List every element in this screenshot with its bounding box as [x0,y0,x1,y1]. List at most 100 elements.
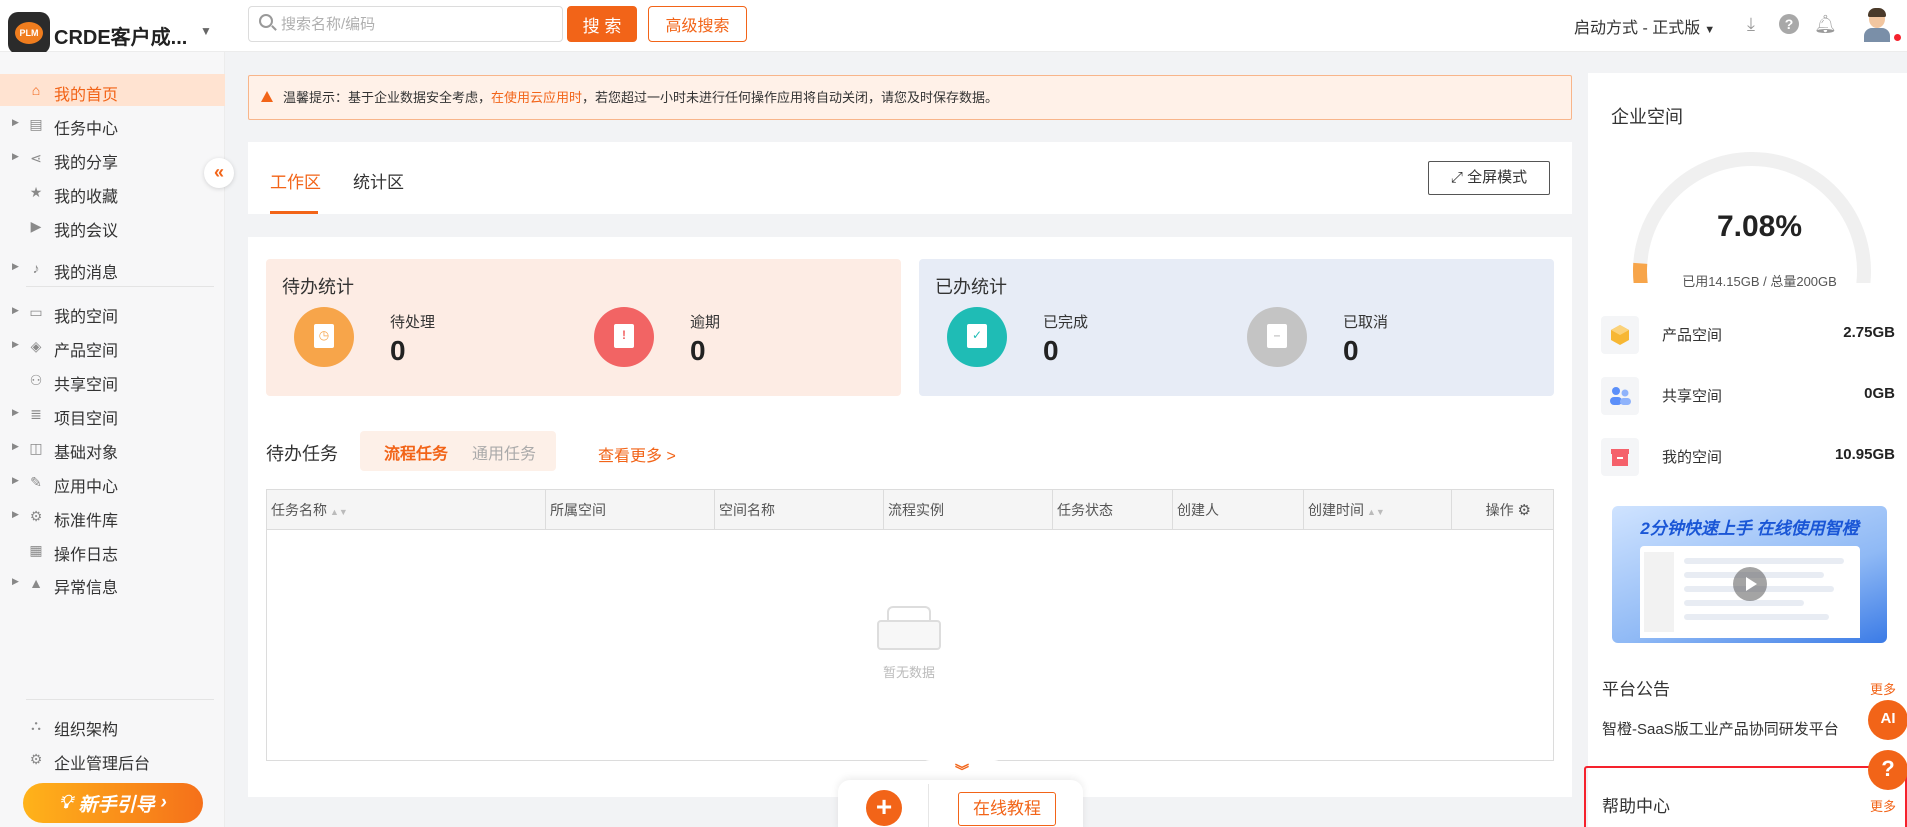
pending-count[interactable]: 0 [390,335,406,367]
sidebar-item[interactable]: ▶ ◫ 基础对象 [0,432,225,464]
tab-general-tasks[interactable]: 通用任务 [472,440,536,464]
sidebar-item[interactable]: ▶ ◈ 产品空间 [0,330,225,362]
table-column-header[interactable]: 创建人 [1173,490,1304,530]
app-logo[interactable]: PLM [8,12,50,54]
sidebar-item-label: 我的首页 [54,87,119,104]
expand-arrow-icon[interactable]: ▶ [12,576,19,587]
search-button[interactable]: 搜 索 [567,6,637,42]
fullscreen-label: 全屏模式 [1467,169,1528,186]
launch-mode-dropdown[interactable]: 启动方式 - 正式版 ▼ [1574,14,1715,38]
sidebar-item[interactable]: ★ 我的收藏 [0,176,225,208]
help-center-title: 帮助中心 [1602,797,1670,816]
table-column-header[interactable]: 流程实例 [884,490,1053,530]
sort-icon[interactable]: ▲▼ [330,507,348,517]
beginner-guide-button[interactable]: 💡︎ 新手引导 › [23,783,203,823]
search-input[interactable] [281,11,551,37]
tab-stats-area[interactable]: 统计区 [353,168,404,193]
table-column-header[interactable]: 任务名称 ▲▼ [267,490,546,530]
expand-arrow-icon[interactable]: ▶ [12,475,19,486]
space-row-shared[interactable]: 共享空间 0GB [1601,371,1901,419]
announcement-item[interactable]: 智橙-SaaS版工业产品协同研发平台 [1602,718,1839,739]
home-icon: ⌂ [31,82,41,98]
table-column-header[interactable]: 任务状态 [1053,490,1173,530]
sidebar-item[interactable]: ▶ ≣ 项目空间 [0,398,225,430]
expand-arrow-icon[interactable]: ▶ [12,117,19,128]
clipboard-icon: ▤ [29,116,43,132]
announcements-more-link[interactable]: 更多 [1870,679,1896,698]
expand-arrow-icon[interactable]: ▶ [12,261,19,272]
help-icon[interactable]: ? [1779,14,1799,34]
table-column-header[interactable]: 空间名称 [715,490,884,530]
table-column-header[interactable]: 创建时间 ▲▼ [1304,490,1452,530]
lightbulb-icon: 💡︎ [59,792,73,813]
tab-work-area[interactable]: 工作区 [270,168,321,193]
sidebar-item-label: 我的空间 [54,309,119,326]
play-icon[interactable] [1733,567,1767,601]
sidebar-item[interactable]: ▶ ♪ 我的消息 [0,252,225,284]
bell-icon: ♪ [32,260,40,276]
expand-arrow-icon[interactable]: ▶ [12,441,19,452]
expand-arrow-icon[interactable]: ▶ [12,339,19,350]
usage-percent: 7.08% [1716,210,1803,243]
app-name[interactable]: CRDE客户成... [54,21,187,50]
sidebar-item[interactable]: ▶ ⋖ 我的分享 [0,142,225,174]
empty-state-text: 暂无数据 [882,665,935,680]
help-float-button[interactable]: ? [1868,750,1907,790]
download-icon[interactable]: ⤓ [1740,13,1762,35]
expand-chevron-button[interactable]: ︾ [920,760,1004,782]
sidebar-item[interactable]: ⚇ 共享空间 [0,364,225,396]
expand-arrow-icon[interactable]: ▶ [12,509,19,520]
sidebar-item[interactable]: ▶ ▲ 异常信息 [0,567,225,599]
sidebar-item[interactable]: ▶ ▤ 任务中心 [0,108,225,140]
tutorial-video-banner[interactable]: 2分钟快速上手 在线使用智橙 [1612,506,1887,643]
help-center-more-link[interactable]: 更多 [1870,796,1896,815]
sidebar-item[interactable]: ▶ ⚙ 标准件库 [0,500,225,532]
notification-dot [1894,34,1901,41]
space-row-mine[interactable]: 我的空间 10.95GB [1601,432,1901,480]
sidebar-bottom-item[interactable]: ⚙ 企业管理后台 [0,743,225,775]
fullscreen-button[interactable]: ⤢ 全屏模式 [1428,161,1550,195]
chevron-down-icon[interactable]: ▼ [200,24,212,38]
tab-flow-tasks[interactable]: 流程任务 [384,440,448,464]
gear-icon: ⚙ [29,508,43,524]
expand-arrow-icon[interactable]: ▶ [12,305,19,316]
sidebar-item-label: 我的消息 [54,265,119,282]
user-avatar[interactable] [1862,8,1901,42]
online-tutorial-button[interactable]: 在线教程 [958,792,1056,826]
sidebar-item-label: 共享空间 [54,377,119,394]
sidebar-item[interactable]: ▶ ▭ 我的空间 [0,296,225,328]
notice-highlight: 在使用云应用时 [491,90,583,105]
sidebar-item[interactable]: ▶ 我的会议 [0,210,225,242]
announcements-title: 平台公告 [1602,680,1670,699]
cancelled-count[interactable]: 0 [1343,335,1359,367]
pending-tasks-title: 待办任务 [266,444,338,464]
expand-arrow-icon[interactable]: ▶ [12,407,19,418]
sort-icon[interactable]: ▲▼ [1367,507,1385,517]
sidebar-item[interactable]: ▦ 操作日志 [0,534,225,566]
workspace-tabs: 工作区 统计区 ⤢ 全屏模式 [248,142,1572,214]
sidebar: ⌂ 我的首页 ▶ ▤ 任务中心 ▶ ⋖ 我的分享 ★ 我的收藏 ▶ 我的会议 ▶ ♪ 我的消息 ▶ ▭ 我的空间 ▶… [0,52,225,827]
work-area-card: 待办统计 ◷ 待处理 0 ! 逾期 0 已办统计 ✓ 已完成 0 – 已取消 0… [248,237,1572,797]
users-icon [1601,377,1639,415]
view-more-link[interactable]: 查看更多 > [598,442,676,466]
gear-icon[interactable]: ⚙ [1518,502,1531,519]
space-row-product[interactable]: 产品空间 2.75GB [1601,310,1901,358]
completed-count[interactable]: 0 [1043,335,1059,367]
ai-assistant-button[interactable]: AI [1868,700,1907,740]
overdue-count[interactable]: 0 [690,335,706,367]
table-column-header[interactable]: 操作 ⚙ [1452,490,1553,530]
overdue-icon: ! [594,307,654,367]
sidebar-bottom-item[interactable]: ⛬ 组织架构 [0,709,225,741]
top-header: PLM CRDE客户成... ▼ 搜 索 高级搜索 启动方式 - 正式版▼ ⤓ … [0,0,1907,54]
advanced-search-button[interactable]: 高级搜索 [648,6,747,42]
sidebar-item[interactable]: ▶ ✎ 应用中心 [0,466,225,498]
add-button[interactable]: + [866,790,902,826]
logo-mark: PLM [15,22,43,44]
done-stats-title: 已办统计 [935,277,1007,297]
expand-arrow-icon[interactable]: ▶ [12,151,19,162]
sidebar-item[interactable]: ⌂ 我的首页 [0,74,225,106]
bell-icon[interactable]: 🔔︎ [1814,13,1837,35]
table-column-header[interactable]: 所属空间 [546,490,715,530]
collapse-sidebar-button[interactable]: « [204,158,234,188]
space-size: 2.75GB [1843,324,1895,341]
